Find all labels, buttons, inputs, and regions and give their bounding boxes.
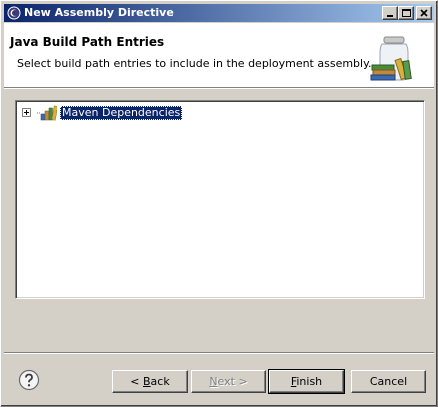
help-icon[interactable] <box>18 369 40 391</box>
minimize-icon <box>387 15 393 17</box>
cancel-button[interactable]: Cancel <box>351 370 426 393</box>
tree-item-label[interactable]: Maven Dependencies <box>60 106 183 120</box>
tree-item[interactable]: Maven Dependencies <box>20 105 220 121</box>
finish-rest: inish <box>296 375 323 388</box>
next-rest: ext > <box>217 375 248 388</box>
maximize-icon <box>402 9 411 17</box>
back-button[interactable]: < Back <box>112 370 188 393</box>
back-prefix: < <box>130 375 143 388</box>
library-icon <box>37 105 57 121</box>
window-title: New Assembly Directive <box>24 6 174 19</box>
library-jar-icon <box>370 36 412 81</box>
expand-icon[interactable] <box>22 108 31 117</box>
close-button[interactable] <box>416 6 432 20</box>
banner-separator <box>4 87 434 89</box>
next-button[interactable]: Next > <box>191 370 266 393</box>
dialog-window: New Assembly Directive Java Build Path E… <box>0 0 438 407</box>
minimize-button[interactable] <box>382 6 398 20</box>
build-path-tree[interactable]: Maven Dependencies <box>15 100 425 299</box>
close-icon <box>420 9 428 17</box>
back-rest: ack <box>150 375 170 388</box>
finish-button[interactable]: Finish <box>268 369 345 394</box>
eclipse-icon <box>7 6 21 20</box>
footer-separator <box>4 352 434 354</box>
next-mnemonic: N <box>209 375 218 388</box>
title-bar[interactable]: New Assembly Directive <box>4 4 434 22</box>
wizard-banner: Java Build Path Entries Select build pat… <box>4 23 434 87</box>
page-title: Java Build Path Entries <box>10 35 165 49</box>
page-description: Select build path entries to include in … <box>17 57 372 70</box>
maximize-button[interactable] <box>398 6 414 20</box>
back-mnemonic: B <box>143 375 151 388</box>
